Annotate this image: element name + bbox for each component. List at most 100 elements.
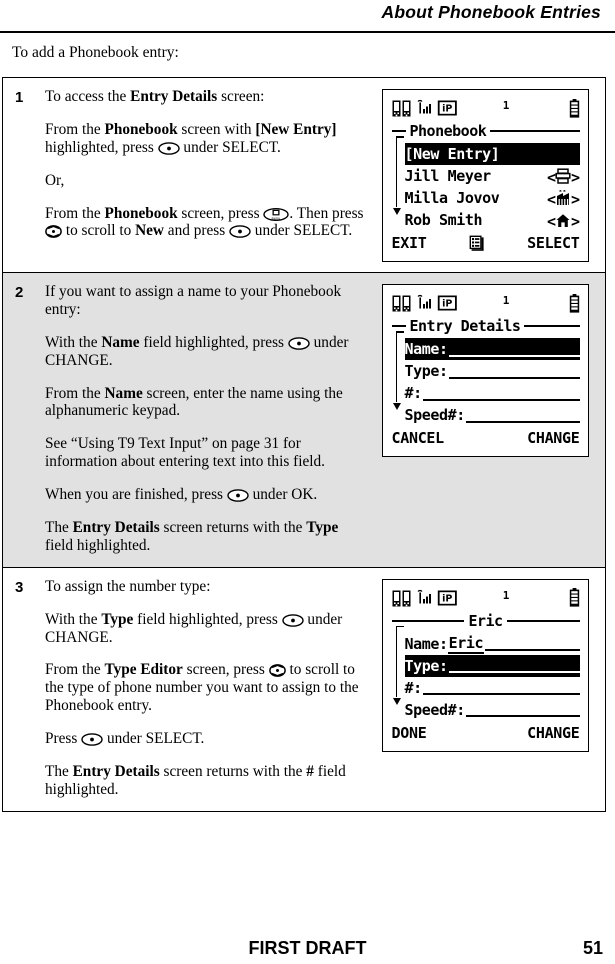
entry-detail-field[interactable]: Type:: [404, 654, 580, 677]
status-bar: iP 1: [392, 587, 580, 609]
field-label: Type:: [404, 362, 449, 380]
field-label: #:: [404, 384, 423, 402]
body-text: field highlighted, press: [133, 610, 282, 628]
work-icon: < >: [546, 189, 580, 208]
scroll-indicator[interactable]: [392, 136, 404, 215]
softkey-left[interactable]: EXIT: [392, 234, 427, 252]
svg-text:iP: iP: [442, 104, 452, 115]
phonebook-entry-row[interactable]: [New Entry]: [404, 143, 580, 165]
softkey-bar: EXIT SELECT: [392, 232, 580, 254]
title-rule-right: [490, 130, 580, 132]
emphasis-text: Entry Details: [72, 763, 160, 781]
procedure-step: 2 If you want to assign a name to your Ph…: [3, 273, 605, 568]
emphasis-text: New: [135, 222, 164, 240]
emphasis-text: Entry Details: [130, 88, 218, 105]
body-text: From the: [45, 120, 105, 138]
body-text: under OK.: [248, 486, 318, 504]
battery-icon: [569, 293, 580, 313]
entry-type-icon-wrap: < >: [546, 211, 580, 230]
softkey-right[interactable]: SELECT: [527, 234, 580, 252]
field-underline: [485, 636, 580, 652]
svg-text:>: >: [571, 168, 580, 186]
softkey-right[interactable]: CHANGE: [527, 429, 580, 447]
ip-mode-icon: iP: [437, 99, 458, 117]
home-icon: < >: [546, 211, 580, 230]
phonebook-icon: [392, 295, 411, 312]
phone-screen-phonebook: iP 1 Phonebook [New Entry] Jill Meyer < > Milla…: [381, 89, 589, 262]
step-number: 1: [15, 89, 24, 106]
body-text: To assign the number type:: [45, 577, 211, 595]
entry-detail-field[interactable]: Name: Eric: [405, 633, 580, 655]
signal-strength-icon: [413, 589, 435, 607]
body-text: Or,: [45, 171, 65, 189]
line-indicator: 1: [502, 99, 510, 112]
body-text: and press: [163, 222, 229, 240]
entry-detail-field[interactable]: #:: [405, 382, 580, 404]
ip-mode-icon: iP: [437, 294, 458, 312]
procedure-table: 1 To access the Entry Details screen: From…: [2, 77, 606, 812]
step-screenshot-cell: iP 1 Entry Details Name: Type: #: Speed#: CANCE…: [373, 273, 605, 567]
svg-text:menu: menu: [272, 216, 281, 220]
title-rule-left: [391, 325, 406, 327]
running-head: About Phonebook Entries: [381, 2, 601, 22]
battery-icon: [569, 98, 580, 118]
phonebook-entry-row[interactable]: Milla Jovov < >: [405, 187, 580, 209]
softkey-center[interactable]: [426, 235, 527, 251]
scroll-key-icon: [45, 225, 62, 239]
screen-title-bar: Phonebook: [391, 121, 580, 141]
svg-text:iP: iP: [442, 593, 452, 604]
body-text: From the: [45, 661, 105, 679]
field-underline: [448, 658, 580, 674]
select-key-icon: [281, 613, 304, 627]
scroll-indicator[interactable]: [392, 625, 404, 705]
manual-page: About Phonebook Entries To add a Phonebo…: [0, 0, 615, 964]
emphasis-text: #: [306, 763, 314, 781]
entry-detail-field[interactable]: Type:: [405, 360, 580, 382]
step-screenshot-cell: iP 1 Eric Name: Eric Type: #: Speed#: DONE CHANG…: [373, 568, 605, 811]
entry-label: [New Entry]: [404, 145, 500, 163]
select-key-icon: [229, 225, 251, 239]
phonebook-entry-row[interactable]: Jill Meyer < >: [405, 165, 580, 187]
status-icon-group: iP: [392, 294, 458, 312]
field-label: Speed#:: [404, 406, 466, 424]
menu-key-icon: menu: [263, 207, 290, 221]
entry-detail-field[interactable]: Speed#:: [405, 699, 580, 721]
body-text: under SELECT.: [250, 222, 353, 240]
field-underline: [422, 680, 580, 696]
entry-label: Rob Smith: [404, 211, 483, 229]
scroll-indicator[interactable]: [392, 331, 404, 410]
step-text-cell: If you want to assign a name to your Pho…: [41, 273, 373, 567]
battery-icon: [569, 588, 580, 607]
phone-screen-eric: iP 1 Eric Name: Eric Type: #: Speed#: DONE CHANG…: [381, 578, 589, 752]
screen-list: Name: Eric Type: #: Speed#:: [392, 625, 580, 721]
body-text: field highlighted.: [45, 536, 151, 554]
step-paragraph: From the Type Editor screen, press to sc…: [45, 661, 367, 715]
phonebook-entry-row[interactable]: Rob Smith < >: [405, 209, 580, 231]
title-rule-left: [391, 619, 465, 622]
field-label: Speed#:: [404, 700, 466, 719]
field-label: Type:: [404, 656, 449, 675]
step-paragraph: To access the Entry Details screen:: [45, 88, 367, 106]
softkey-right[interactable]: CHANGE: [527, 724, 580, 742]
body-text: highlighted, press: [45, 138, 158, 156]
entry-label: Jill Meyer: [404, 167, 492, 185]
step-paragraph: The Entry Details screen returns with th…: [45, 763, 367, 799]
softkey-left[interactable]: CANCEL: [392, 429, 445, 447]
step-paragraph: When you are finished, press under OK.: [45, 486, 367, 504]
ip-mode-icon: iP: [437, 589, 458, 607]
svg-text:iP: iP: [442, 299, 452, 310]
entry-detail-field[interactable]: Speed#:: [405, 404, 580, 426]
field-label: #:: [404, 678, 423, 697]
screen-title: Entry Details: [409, 317, 521, 335]
emphasis-text: Name: [104, 384, 143, 402]
entry-detail-field[interactable]: Name:: [404, 338, 580, 360]
phonebook-icon: [392, 100, 411, 117]
field-underline: [465, 408, 580, 423]
screen-list: [New Entry] Jill Meyer < > Milla Jovov < > Rob …: [392, 136, 580, 231]
entry-detail-field[interactable]: #:: [405, 677, 580, 699]
emphasis-text: Type Editor: [104, 661, 183, 679]
step-paragraph: Press under SELECT.: [45, 730, 367, 748]
field-underline: [448, 342, 580, 357]
field-underline: [422, 386, 580, 401]
softkey-left[interactable]: DONE: [392, 724, 427, 742]
